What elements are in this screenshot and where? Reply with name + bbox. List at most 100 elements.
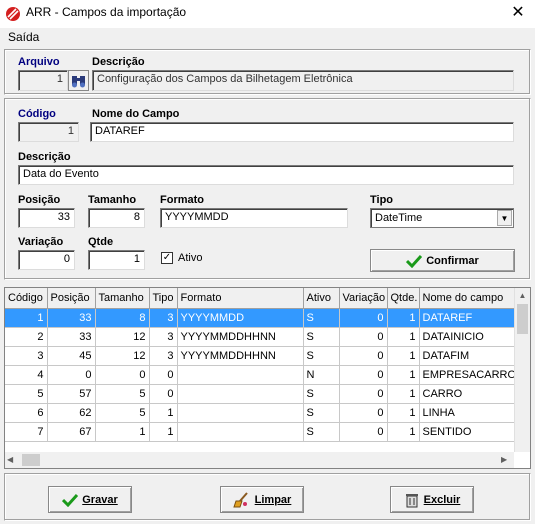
table-cell: 12 xyxy=(95,346,150,366)
table-cell xyxy=(177,365,304,385)
confirmar-button[interactable]: Confirmar xyxy=(370,249,515,272)
vertical-scroll-thumb[interactable] xyxy=(517,304,528,334)
table-row[interactable]: 6 62 5 1 S 0 1 LINHA xyxy=(5,403,516,423)
table-cell: 0 xyxy=(95,365,150,385)
table-cell: SENTIDO xyxy=(419,422,516,442)
table-cell: 45 xyxy=(47,346,96,366)
column-header[interactable]: Código xyxy=(5,288,48,309)
formato-field[interactable]: YYYYMMDD xyxy=(160,208,348,228)
table-cell: 0 xyxy=(339,365,388,385)
arquivo-field[interactable]: 1 xyxy=(18,70,68,91)
table-cell: 1 xyxy=(387,365,420,385)
table-row[interactable]: 3 45 12 3 YYYYMMDDHHNN S 0 1 DATAFIM xyxy=(5,346,516,366)
table-cell: 7 xyxy=(5,422,48,442)
arquivo-label: Arquivo xyxy=(18,56,60,68)
table-cell: 1 xyxy=(5,308,48,328)
column-header[interactable]: Ativo xyxy=(303,288,340,309)
table-cell: 1 xyxy=(149,403,178,423)
column-header[interactable]: Nome do campo xyxy=(419,288,516,309)
table-row[interactable]: 7 67 1 1 S 0 1 SENTIDO xyxy=(5,422,516,442)
limpar-button-label: Limpar xyxy=(254,493,292,506)
table-cell: 1 xyxy=(387,327,420,347)
table-cell: 3 xyxy=(5,346,48,366)
table-cell: 0 xyxy=(149,365,178,385)
posicao-field[interactable]: 33 xyxy=(18,208,75,228)
table-cell: S xyxy=(303,327,340,347)
table-cell: YYYYMMDDHHNN xyxy=(177,327,304,347)
campo-descricao-label: Descrição xyxy=(18,151,71,163)
table-cell: 5 xyxy=(95,384,150,404)
table-cell: EMPRESACARRO xyxy=(419,365,516,385)
table-cell: 57 xyxy=(47,384,96,404)
formato-label: Formato xyxy=(160,194,204,206)
codigo-label: Código xyxy=(18,108,56,120)
qtde-label: Qtde xyxy=(88,236,114,248)
window-title: ARR - Campos da importação xyxy=(26,5,187,19)
column-header[interactable]: Variação xyxy=(339,288,388,309)
tipo-select[interactable]: DateTime ▼ xyxy=(370,208,514,228)
campos-table: Código Posição Tamanho Tipo Formato Ativo Vari… xyxy=(5,288,516,442)
table-row[interactable]: 4 0 0 0 N 0 1 EMPRESACARRO xyxy=(5,365,516,385)
table-cell: 0 xyxy=(149,384,178,404)
arquivo-descricao-label: Descrição xyxy=(92,56,145,68)
table-cell: 1 xyxy=(387,308,420,328)
menu-item-saida[interactable]: Saída xyxy=(8,30,39,44)
table-cell: 3 xyxy=(149,346,178,366)
close-button[interactable]: ✕ xyxy=(505,2,531,24)
table-cell: 67 xyxy=(47,422,96,442)
table-row[interactable]: 5 57 5 0 S 0 1 CARRO xyxy=(5,384,516,404)
horizontal-scroll-thumb[interactable] xyxy=(22,454,40,466)
table-cell: DATAFIM xyxy=(419,346,516,366)
posicao-label: Posição xyxy=(18,194,61,206)
column-header[interactable]: Qtde. xyxy=(387,288,420,309)
table-cell: 0 xyxy=(339,384,388,404)
gravar-button-label: Gravar xyxy=(82,493,118,506)
scroll-left-icon[interactable]: ◀ xyxy=(7,455,13,464)
vertical-scrollbar[interactable]: ▲ xyxy=(514,288,530,452)
scroll-up-icon[interactable]: ▲ xyxy=(515,288,530,304)
ativo-checkbox[interactable]: ✓ xyxy=(161,252,173,264)
limpar-button[interactable]: Limpar xyxy=(220,486,304,513)
column-header[interactable]: Tipo xyxy=(149,288,178,309)
table-cell: 1 xyxy=(387,384,420,404)
nome-campo-field[interactable]: DATAREF xyxy=(90,122,514,142)
chevron-down-icon[interactable]: ▼ xyxy=(497,210,512,226)
variacao-field[interactable]: 0 xyxy=(18,250,75,270)
arquivo-descricao-field[interactable]: Configuração dos Campos da Bilhetagem El… xyxy=(92,70,514,91)
table-cell: 6 xyxy=(5,403,48,423)
table-cell: S xyxy=(303,403,340,423)
table-cell: DATAINICIO xyxy=(419,327,516,347)
menu-bar xyxy=(0,28,535,46)
search-arquivo-button[interactable] xyxy=(68,70,89,91)
table-cell: 12 xyxy=(95,327,150,347)
table-cell xyxy=(177,403,304,423)
table-cell: 5 xyxy=(95,403,150,423)
table-cell: YYYYMMDD xyxy=(177,308,304,328)
table-row[interactable]: 2 33 12 3 YYYYMMDDHHNN S 0 1 DATAINICIO xyxy=(5,327,516,347)
table-cell: S xyxy=(303,422,340,442)
scroll-right-icon[interactable]: ▶ xyxy=(501,455,507,464)
table-cell: 33 xyxy=(47,308,96,328)
tamanho-label: Tamanho xyxy=(88,194,137,206)
tamanho-field[interactable]: 8 xyxy=(88,208,145,228)
checkmark-icon xyxy=(62,493,79,507)
table-cell: S xyxy=(303,384,340,404)
table-cell: CARRO xyxy=(419,384,516,404)
table-row[interactable]: 1 33 8 3 YYYYMMDD S 0 1 DATAREF xyxy=(5,308,516,328)
table-cell: 8 xyxy=(95,308,150,328)
horizontal-scrollbar[interactable]: ◀ ▶ xyxy=(5,452,514,468)
campo-descricao-field[interactable]: Data do Evento xyxy=(18,165,514,185)
table-cell: 1 xyxy=(95,422,150,442)
qtde-field[interactable]: 1 xyxy=(88,250,145,270)
gravar-button[interactable]: Gravar xyxy=(48,486,132,513)
codigo-field[interactable]: 1 xyxy=(18,122,79,142)
table-cell: S xyxy=(303,346,340,366)
excluir-button[interactable]: Excluir xyxy=(390,486,474,513)
table-cell: 3 xyxy=(149,327,178,347)
column-header[interactable]: Tamanho xyxy=(95,288,150,309)
table-cell: 0 xyxy=(339,403,388,423)
table-cell: 2 xyxy=(5,327,48,347)
column-header[interactable]: Formato xyxy=(177,288,304,309)
column-header[interactable]: Posição xyxy=(47,288,96,309)
table-cell: LINHA xyxy=(419,403,516,423)
